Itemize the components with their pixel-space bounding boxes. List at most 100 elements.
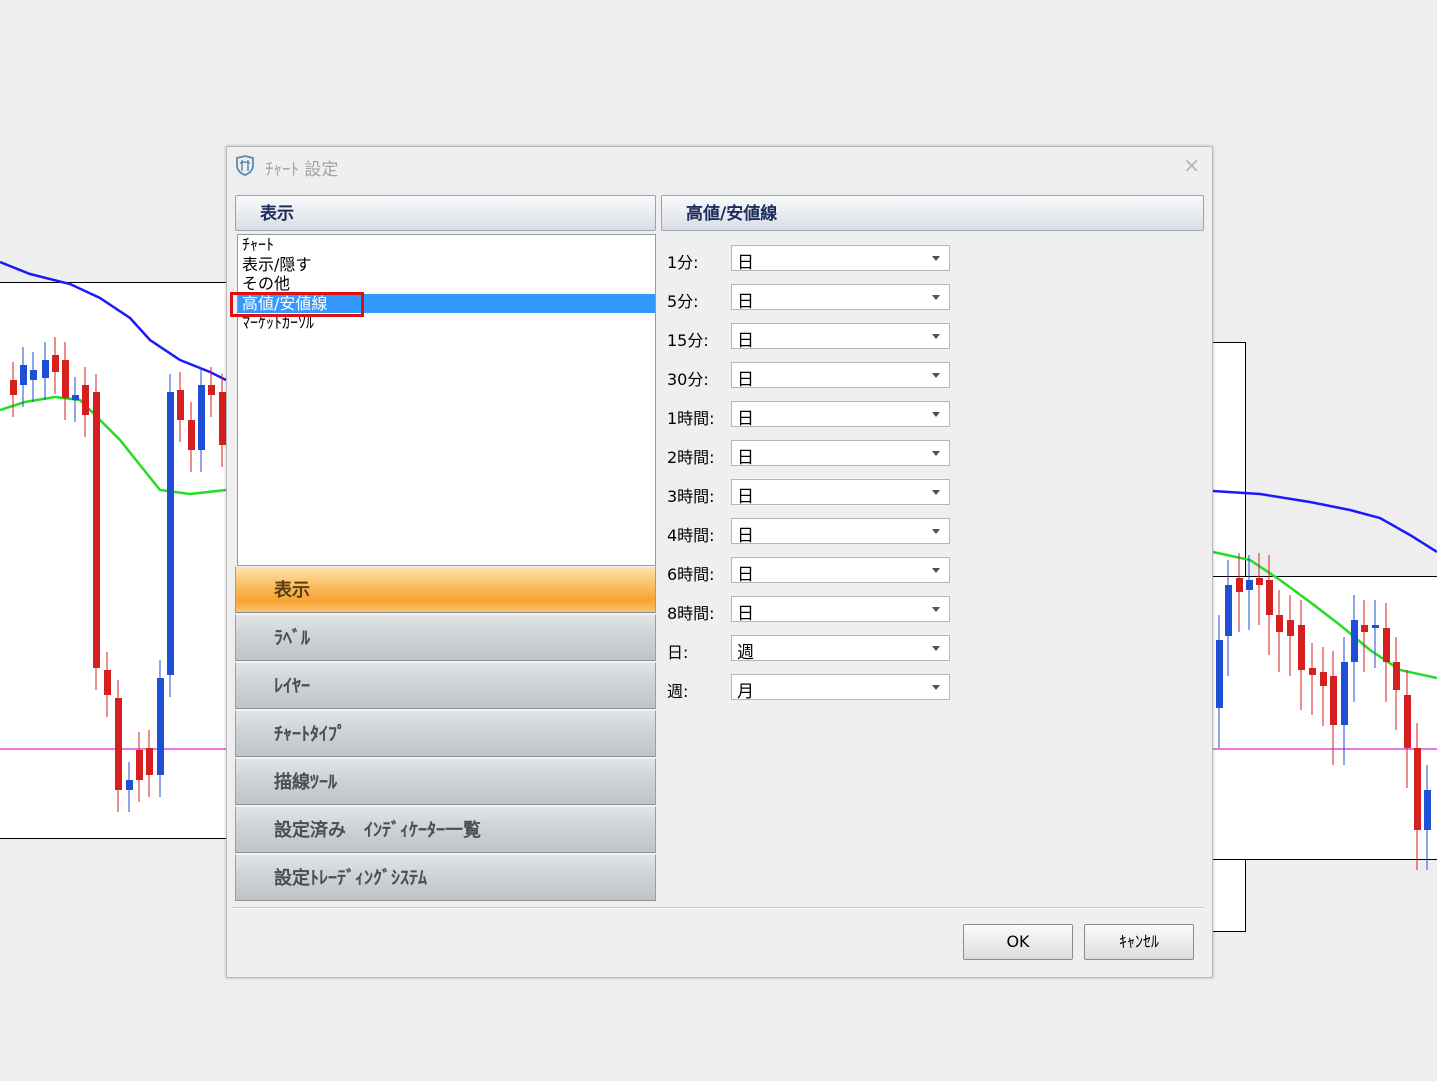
chevron-down-icon bbox=[932, 412, 940, 417]
period-dropdown-15min[interactable]: 日 bbox=[731, 323, 950, 351]
dropdown-value: 日 bbox=[737, 331, 754, 351]
setting-label: 15分: bbox=[667, 331, 709, 350]
cancel-button[interactable]: ｷｬﾝｾﾙ bbox=[1084, 924, 1194, 960]
dropdown-value: 日 bbox=[737, 370, 754, 390]
dialog-title: ﾁｬｰﾄ 設定 bbox=[265, 160, 339, 180]
chevron-down-icon bbox=[932, 451, 940, 456]
dropdown-value: 日 bbox=[737, 565, 754, 585]
candle-body bbox=[1298, 625, 1305, 670]
candle-body bbox=[52, 355, 59, 372]
setting-label: 3時間: bbox=[667, 487, 715, 506]
period-dropdown-1min[interactable]: 日 bbox=[731, 245, 950, 273]
period-dropdown-day[interactable]: 週 bbox=[731, 635, 950, 663]
candle-body bbox=[157, 678, 164, 775]
list-item-other[interactable]: その他 bbox=[238, 274, 655, 294]
candle-body bbox=[42, 360, 49, 378]
dropdown-value: 日 bbox=[737, 487, 754, 507]
nav-display[interactable]: 表示 bbox=[235, 566, 656, 613]
candle-body bbox=[1309, 668, 1316, 675]
candle-body bbox=[1330, 676, 1337, 725]
dropdown-value: 日 bbox=[737, 526, 754, 546]
moving-average-fast bbox=[1212, 550, 1437, 680]
setting-label: 4時間: bbox=[667, 526, 715, 545]
chevron-down-icon bbox=[932, 373, 940, 378]
dropdown-value: 日 bbox=[737, 292, 754, 312]
period-dropdown-3hour[interactable]: 日 bbox=[731, 479, 950, 507]
candle-body bbox=[219, 392, 226, 445]
list-item-show-hide[interactable]: 表示/隠す bbox=[238, 255, 655, 275]
candle-body bbox=[1320, 672, 1327, 686]
candle-body bbox=[208, 385, 215, 395]
candle-body bbox=[30, 370, 37, 380]
footer-divider bbox=[233, 907, 1205, 909]
candle-body bbox=[93, 392, 100, 668]
right-panel-header: 高値/安値線 bbox=[661, 195, 1204, 231]
candle-body bbox=[146, 748, 153, 775]
nav-drawing-tools[interactable]: 描線ﾂｰﾙ bbox=[235, 758, 656, 805]
dropdown-value: 月 bbox=[737, 682, 754, 702]
list-item-market-cursor[interactable]: ﾏｰｹｯﾄｶｰｿﾙ bbox=[238, 313, 655, 333]
candle-body bbox=[198, 385, 205, 450]
candle-body bbox=[1414, 748, 1421, 830]
close-icon[interactable]: × bbox=[1183, 153, 1200, 177]
period-dropdown-6hour[interactable]: 日 bbox=[731, 557, 950, 585]
nav-trading-system[interactable]: 設定ﾄﾚｰﾃﾞｨﾝｸﾞｼｽﾃﾑ bbox=[235, 854, 656, 901]
candle-body bbox=[188, 420, 195, 450]
ok-button[interactable]: OK bbox=[963, 924, 1073, 960]
setting-label: 1分: bbox=[667, 253, 699, 272]
chevron-down-icon bbox=[932, 529, 940, 534]
period-dropdown-30min[interactable]: 日 bbox=[731, 362, 950, 390]
moving-average-slow bbox=[1212, 489, 1437, 554]
setting-label: 30分: bbox=[667, 370, 709, 389]
nav-chart-type[interactable]: ﾁｬｰﾄﾀｲﾌﾟ bbox=[235, 710, 656, 757]
candle-body bbox=[82, 385, 89, 415]
moving-average-slow bbox=[0, 260, 227, 382]
candle-body bbox=[1424, 790, 1431, 830]
setting-label: 6時間: bbox=[667, 565, 715, 584]
list-item-high-low-lines[interactable]: 高値/安値線 bbox=[238, 293, 655, 313]
category-listbox[interactable]: ﾁｬｰﾄ 表示/隠す その他 高値/安値線 ﾏｰｹｯﾄｶｰｿﾙ bbox=[237, 234, 656, 566]
candle-body bbox=[115, 698, 122, 790]
setting-label: 1時間: bbox=[667, 409, 715, 428]
list-item-chart[interactable]: ﾁｬｰﾄ bbox=[238, 235, 655, 255]
chevron-down-icon bbox=[932, 295, 940, 300]
period-dropdown-8hour[interactable]: 日 bbox=[731, 596, 950, 624]
setting-label: 2時間: bbox=[667, 448, 715, 467]
period-dropdown-2hour[interactable]: 日 bbox=[731, 440, 950, 468]
period-dropdown-4hour[interactable]: 日 bbox=[731, 518, 950, 546]
nav-layer[interactable]: ﾚｲﾔｰ bbox=[235, 662, 656, 709]
candle-body bbox=[177, 390, 184, 420]
dropdown-value: 日 bbox=[737, 253, 754, 273]
candle-body bbox=[1393, 662, 1400, 690]
candle-body bbox=[104, 670, 111, 695]
chevron-down-icon bbox=[932, 256, 940, 261]
candle-body bbox=[1372, 625, 1379, 628]
candle-body bbox=[1246, 580, 1253, 590]
nav-label[interactable]: ﾗﾍﾞﾙ bbox=[235, 614, 656, 661]
candle-body bbox=[62, 360, 69, 398]
nav-indicator-list[interactable]: 設定済み ｲﾝﾃﾞｨｹｰﾀｰ一覧 bbox=[235, 806, 656, 853]
candle-body bbox=[72, 395, 79, 400]
candle-body bbox=[1256, 578, 1263, 585]
setting-label: 週: bbox=[667, 682, 689, 701]
candle-body bbox=[1266, 580, 1273, 615]
dropdown-value: 日 bbox=[737, 409, 754, 429]
candle-body bbox=[1341, 662, 1348, 725]
candle-body bbox=[1276, 615, 1283, 632]
chevron-down-icon bbox=[932, 685, 940, 690]
period-dropdown-week[interactable]: 月 bbox=[731, 674, 950, 702]
candle-body bbox=[1216, 640, 1223, 708]
chevron-down-icon bbox=[932, 568, 940, 573]
candle-body bbox=[1236, 578, 1243, 592]
setting-label: 日: bbox=[667, 643, 689, 662]
app-logo-icon bbox=[236, 155, 254, 176]
candle-body bbox=[1287, 620, 1294, 636]
title-bar[interactable]: ﾁｬｰﾄ 設定 × bbox=[227, 147, 1212, 183]
candle-body bbox=[1383, 628, 1390, 662]
period-dropdown-5min[interactable]: 日 bbox=[731, 284, 950, 312]
period-dropdown-1hour[interactable]: 日 bbox=[731, 401, 950, 429]
dropdown-value: 週 bbox=[737, 643, 754, 663]
candle-body bbox=[126, 780, 133, 790]
candle-body bbox=[1361, 625, 1368, 632]
dropdown-value: 日 bbox=[737, 448, 754, 468]
